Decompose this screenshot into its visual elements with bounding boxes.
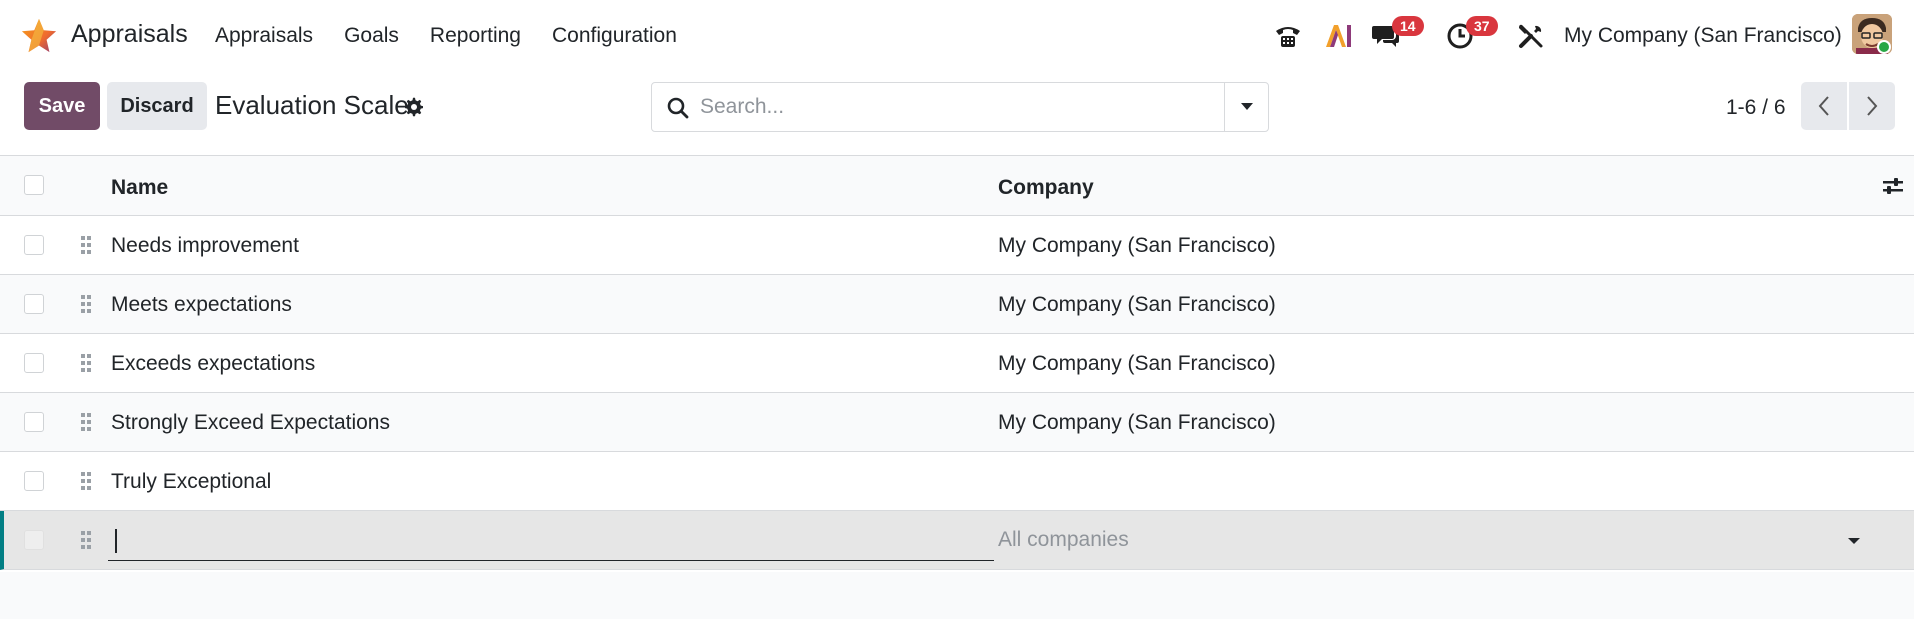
cell-name: Strongly Exceed Expectations	[111, 411, 390, 434]
messages-badge: 14	[1392, 16, 1424, 36]
menu-reporting[interactable]: Reporting	[430, 24, 521, 48]
table-row[interactable]: Exceeds expectations My Company (San Fra…	[0, 334, 1914, 393]
cell-name: Meets expectations	[111, 293, 292, 316]
list-empty-area	[0, 572, 1914, 619]
menu-goals[interactable]: Goals	[344, 24, 399, 48]
online-status-indicator	[1877, 40, 1891, 54]
page-title: Evaluation Scale	[215, 90, 409, 120]
drag-handle-icon[interactable]	[79, 352, 93, 374]
table-row[interactable]: Strongly Exceed Expectations My Company …	[0, 393, 1914, 452]
company-field[interactable]	[998, 519, 1878, 561]
drag-handle-icon[interactable]	[79, 234, 93, 256]
text-cursor	[115, 529, 117, 553]
cell-name: Truly Exceptional	[111, 470, 272, 493]
sliders-icon[interactable]	[1882, 176, 1904, 196]
drag-handle-icon[interactable]	[79, 293, 93, 315]
cell-company: My Company (San Francisco)	[998, 293, 1276, 316]
row-checkbox[interactable]	[24, 412, 44, 432]
row-checkbox[interactable]	[24, 530, 44, 550]
select-all-checkbox[interactable]	[24, 175, 44, 195]
control-panel: Save Discard Evaluation Scale 1-6 / 6	[0, 72, 1914, 156]
cell-company: My Company (San Francisco)	[998, 234, 1276, 257]
activities-badge: 37	[1466, 16, 1498, 36]
cell-company: My Company (San Francisco)	[998, 411, 1276, 434]
main-menu: Appraisals Goals Reporting Configuration	[215, 24, 708, 48]
drag-handle-icon[interactable]	[79, 470, 93, 492]
tools-icon[interactable]	[1515, 20, 1547, 52]
chevron-left-icon	[1818, 96, 1829, 116]
search-options-toggle[interactable]	[1224, 83, 1268, 131]
search-input[interactable]	[700, 83, 1200, 131]
app-name[interactable]: Appraisals	[71, 20, 188, 49]
menu-configuration[interactable]: Configuration	[552, 24, 677, 48]
table-row[interactable]: Needs improvement My Company (San Franci…	[0, 216, 1914, 275]
row-checkbox[interactable]	[24, 353, 44, 373]
phone-icon[interactable]	[1272, 20, 1304, 52]
chat-icon[interactable]: 14	[1370, 16, 1424, 52]
row-checkbox[interactable]	[24, 294, 44, 314]
drag-handle-icon[interactable]	[79, 411, 93, 433]
top-navbar: Appraisals Appraisals Goals Reporting Co…	[0, 0, 1914, 72]
table-row[interactable]: Meets expectations My Company (San Franc…	[0, 275, 1914, 334]
clock-icon[interactable]: 37	[1444, 16, 1498, 52]
menu-appraisals[interactable]: Appraisals	[215, 24, 313, 48]
row-checkbox[interactable]	[24, 471, 44, 491]
search-icon	[667, 97, 689, 119]
table-row[interactable]: Truly Exceptional	[0, 452, 1914, 511]
pager-value[interactable]: 1-6 / 6	[1726, 96, 1786, 120]
pager-next-button[interactable]	[1849, 82, 1895, 130]
discard-button[interactable]: Discard	[107, 82, 207, 130]
cell-name: Needs improvement	[111, 234, 299, 257]
ai-icon[interactable]	[1322, 20, 1354, 52]
caret-down-icon	[1240, 103, 1253, 110]
company-switcher[interactable]: My Company (San Francisco)	[1564, 24, 1842, 48]
column-header-name[interactable]: Name	[111, 176, 168, 200]
gear-icon[interactable]	[404, 97, 424, 117]
row-checkbox[interactable]	[24, 235, 44, 255]
cell-company: My Company (San Francisco)	[998, 352, 1276, 375]
chevron-right-icon	[1867, 96, 1878, 116]
drag-handle-icon[interactable]	[79, 529, 93, 551]
appraisals-star-icon[interactable]	[20, 17, 58, 55]
evaluation-scale-list: Name Company Needs improvement My Compan…	[0, 156, 1914, 570]
list-header: Name Company	[0, 156, 1914, 216]
new-record-row[interactable]	[0, 511, 1914, 570]
pager-previous-button[interactable]	[1801, 82, 1847, 130]
name-field[interactable]	[108, 519, 994, 561]
cell-name: Exceeds expectations	[111, 352, 316, 375]
search-box	[651, 82, 1269, 132]
caret-down-icon[interactable]	[1846, 533, 1862, 549]
column-header-company[interactable]: Company	[998, 176, 1094, 200]
save-button[interactable]: Save	[24, 82, 100, 130]
